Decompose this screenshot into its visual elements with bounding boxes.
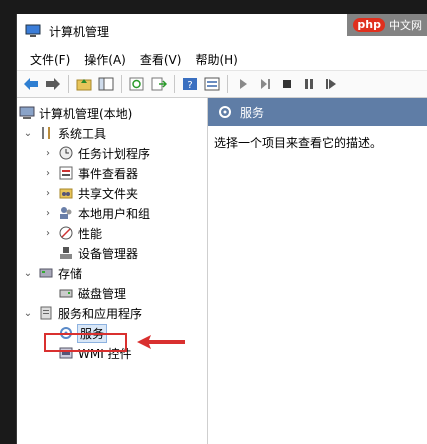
refresh-icon[interactable] xyxy=(127,74,147,94)
help-icon[interactable]: ? xyxy=(180,74,200,94)
tree-label: 性能 xyxy=(78,226,103,241)
tree-item-event-viewer[interactable]: › 事件查看器 xyxy=(17,163,207,183)
chevron-down-icon[interactable]: ⌄ xyxy=(21,128,35,139)
menu-view[interactable]: 查看(V) xyxy=(133,51,189,68)
tree-label: 存储 xyxy=(58,266,83,281)
export-icon[interactable] xyxy=(149,74,169,94)
highlight-box xyxy=(44,333,127,352)
users-icon xyxy=(58,205,74,221)
window-title: 计算机管理 xyxy=(49,24,110,39)
disk-icon xyxy=(58,285,74,301)
shared-folder-icon xyxy=(58,185,74,201)
computer-icon xyxy=(19,105,35,121)
tools-icon xyxy=(38,125,54,141)
menu-action[interactable]: 操作(A) xyxy=(77,51,133,68)
detail-header-title: 服务 xyxy=(240,105,265,120)
chevron-right-icon[interactable]: › xyxy=(41,208,55,219)
tree-label: 系统工具 xyxy=(58,126,107,141)
menu-bar: 文件(F) 操作(A) 查看(V) 帮助(H) xyxy=(17,48,427,70)
play-icon[interactable] xyxy=(233,74,253,94)
stop-icon[interactable] xyxy=(277,74,297,94)
chevron-right-icon[interactable]: › xyxy=(41,188,55,199)
restart-icon[interactable] xyxy=(321,74,341,94)
event-viewer-icon xyxy=(58,165,74,181)
tree-item-task-scheduler[interactable]: › 任务计划程序 xyxy=(17,143,207,163)
tree-item-local-users[interactable]: › 本地用户和组 xyxy=(17,203,207,223)
device-manager-icon xyxy=(58,245,74,261)
computer-management-window: 计算机管理 php 中文网 文件(F) 操作(A) 查看(V) 帮助(H) ? … xyxy=(16,14,427,444)
back-arrow-icon[interactable] xyxy=(21,74,41,94)
tree-label: 事件查看器 xyxy=(78,166,139,181)
folder-up-icon[interactable] xyxy=(74,74,94,94)
watermark: php 中文网 xyxy=(347,14,427,36)
tree-item-device-manager[interactable]: 设备管理器 xyxy=(17,243,207,263)
forward-arrow-icon[interactable] xyxy=(43,74,63,94)
tree-item-services-apps[interactable]: ⌄ 服务和应用程序 xyxy=(17,303,207,323)
computer-management-icon xyxy=(25,24,41,37)
chevron-right-icon[interactable]: › xyxy=(41,148,55,159)
tree-label: 共享文件夹 xyxy=(78,186,139,201)
tree-label: 设备管理器 xyxy=(78,246,139,261)
tree-label: 计算机管理(本地) xyxy=(39,106,133,121)
storage-icon xyxy=(38,265,54,281)
console-tree: 计算机管理(本地) ⌄ 系统工具 › 任务计划程序 › 事件查看器 › 共享文件… xyxy=(17,98,208,444)
detail-header: 服务 xyxy=(208,98,427,126)
tree-item-storage[interactable]: ⌄ 存储 xyxy=(17,263,207,283)
tree-item-performance[interactable]: › 性能 xyxy=(17,223,207,243)
properties-icon[interactable] xyxy=(202,74,222,94)
pause-icon[interactable] xyxy=(299,74,319,94)
tree-item-system-tools[interactable]: ⌄ 系统工具 xyxy=(17,123,207,143)
play-next-icon[interactable] xyxy=(255,74,275,94)
services-header-icon xyxy=(219,106,231,118)
chevron-right-icon[interactable]: › xyxy=(41,168,55,179)
watermark-logo: php xyxy=(353,18,385,32)
tree-label: 磁盘管理 xyxy=(78,286,127,301)
tree-item-shared-folders[interactable]: › 共享文件夹 xyxy=(17,183,207,203)
tree-item-root[interactable]: 计算机管理(本地) xyxy=(17,103,207,123)
console-tree-icon[interactable] xyxy=(96,74,116,94)
toolbar: ? xyxy=(17,70,427,98)
chevron-down-icon[interactable]: ⌄ xyxy=(21,268,35,279)
menu-file[interactable]: 文件(F) xyxy=(23,51,77,68)
chevron-right-icon[interactable]: › xyxy=(41,228,55,239)
detail-pane: 服务 选择一个项目来查看它的描述。 xyxy=(208,98,427,444)
performance-icon xyxy=(58,225,74,241)
services-apps-icon xyxy=(38,305,54,321)
watermark-text: 中文网 xyxy=(389,19,422,32)
red-arrow-icon xyxy=(137,335,185,349)
detail-description: 选择一个项目来查看它的描述。 xyxy=(214,136,383,150)
menu-help[interactable]: 帮助(H) xyxy=(188,51,244,68)
tree-label: 任务计划程序 xyxy=(78,146,151,161)
svg-text:?: ? xyxy=(187,80,192,91)
tree-label: 服务和应用程序 xyxy=(58,306,143,321)
tree-item-disk-management[interactable]: 磁盘管理 xyxy=(17,283,207,303)
chevron-down-icon[interactable]: ⌄ xyxy=(21,308,35,319)
clock-icon xyxy=(58,145,74,161)
tree-label: 本地用户和组 xyxy=(78,206,151,221)
